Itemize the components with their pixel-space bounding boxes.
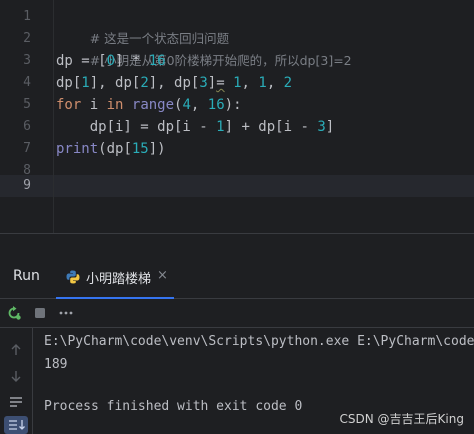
number-literal: 2 — [140, 75, 149, 91]
builtin-function: range — [131, 97, 175, 113]
number-literal: 3 — [317, 119, 326, 135]
keyword: for — [56, 97, 82, 113]
code-text: ] * — [115, 53, 149, 69]
code-text: ] — [207, 75, 217, 91]
close-icon[interactable]: × — [157, 268, 168, 283]
console-command-line: E:\PyCharm\code\venv\Scripts\python.exe … — [44, 334, 474, 349]
tool-window-title: Run — [13, 268, 40, 284]
code-text: (dp[ — [98, 141, 132, 157]
console-side-toolbar — [0, 328, 33, 434]
code-editor[interactable]: 1 2 3 4 5 6 7 8 9 # 这是一个状态回归问题 # 小明是从第0阶… — [0, 0, 474, 233]
rerun-icon[interactable] — [6, 305, 22, 321]
warning-underline: = — [216, 75, 225, 91]
more-icon[interactable] — [58, 305, 74, 321]
line-number-current: 9 — [23, 178, 31, 193]
number-literal: 15 — [131, 141, 149, 157]
number-literal: 0 — [106, 53, 116, 69]
line-number: 5 — [23, 97, 31, 112]
line-number: 2 — [23, 31, 31, 46]
code-text: , — [190, 97, 208, 113]
number-literal: 16 — [148, 53, 166, 69]
keyword: in — [106, 97, 124, 113]
line-number: 4 — [23, 75, 31, 90]
scroll-to-end-icon[interactable] — [4, 416, 28, 434]
code-line-2[interactable]: # 小明是从第0阶楼梯开始爬的，所以dp[3]=2 — [56, 28, 352, 68]
line-number: 6 — [23, 119, 31, 134]
number-literal: 2 — [283, 75, 293, 91]
gutter-separator — [53, 0, 54, 233]
tab-label: 小明踏楼梯 — [86, 272, 152, 287]
code-text: , — [241, 75, 259, 91]
code-text: dp = [ — [56, 53, 107, 69]
number-literal: 3 — [199, 75, 208, 91]
python-icon — [66, 270, 80, 284]
tab-run-config[interactable]: 小明踏楼梯 × — [56, 256, 176, 299]
line-number: 3 — [23, 53, 31, 68]
code-text: , — [266, 75, 284, 91]
code-text: ] + dp[i - — [224, 119, 318, 135]
number-literal: 1 — [216, 119, 225, 135]
console-program-output: 189 — [44, 357, 68, 372]
code-text: ): — [224, 97, 242, 113]
soft-wrap-icon[interactable] — [8, 394, 24, 410]
number-literal: 1 — [258, 75, 267, 91]
run-toolbar — [0, 299, 474, 328]
code-text: ], dp[ — [89, 75, 141, 91]
code-line-1[interactable]: # 这是一个状态回归问题 — [56, 6, 229, 46]
line-number: 1 — [23, 9, 31, 24]
stop-icon[interactable] — [32, 305, 48, 321]
number-literal: 4 — [182, 97, 191, 113]
code-line-7[interactable]: print(dp[15]) — [56, 138, 166, 160]
code-line-4[interactable]: dp[1], dp[2], dp[3]= 1, 1, 2 — [56, 72, 292, 94]
code-text: ]) — [148, 141, 166, 157]
code-text: ] — [325, 119, 335, 135]
number-literal: 16 — [207, 97, 225, 113]
builtin-function: print — [56, 141, 99, 157]
console-exit-message: Process finished with exit code 0 — [44, 399, 303, 414]
watermark-text: CSDN @吉吉王后King — [339, 412, 464, 426]
run-tool-window: Run 小明踏楼梯 × E:\PyCharm\code\venv\Scripts… — [0, 256, 474, 434]
code-text: dp[i] = dp[i - — [56, 119, 217, 135]
line-number: 7 — [23, 141, 31, 156]
number-literal: 1 — [233, 75, 242, 91]
code-text: ], dp[ — [148, 75, 200, 91]
code-text: dp[ — [56, 75, 82, 91]
arrow-down-icon[interactable] — [8, 368, 24, 384]
editor-divider[interactable] — [0, 233, 474, 234]
code-line-5[interactable]: for i in range(4, 16): — [56, 94, 242, 116]
code-line-3[interactable]: dp = [0] * 16 — [56, 50, 166, 72]
current-line-highlight — [0, 175, 474, 197]
code-text: i — [81, 97, 107, 113]
tool-window-header: Run 小明踏楼梯 × — [0, 256, 474, 299]
number-literal: 1 — [81, 75, 90, 91]
code-line-6[interactable]: dp[i] = dp[i - 1] + dp[i - 3] — [56, 116, 334, 138]
arrow-up-icon[interactable] — [8, 342, 24, 358]
